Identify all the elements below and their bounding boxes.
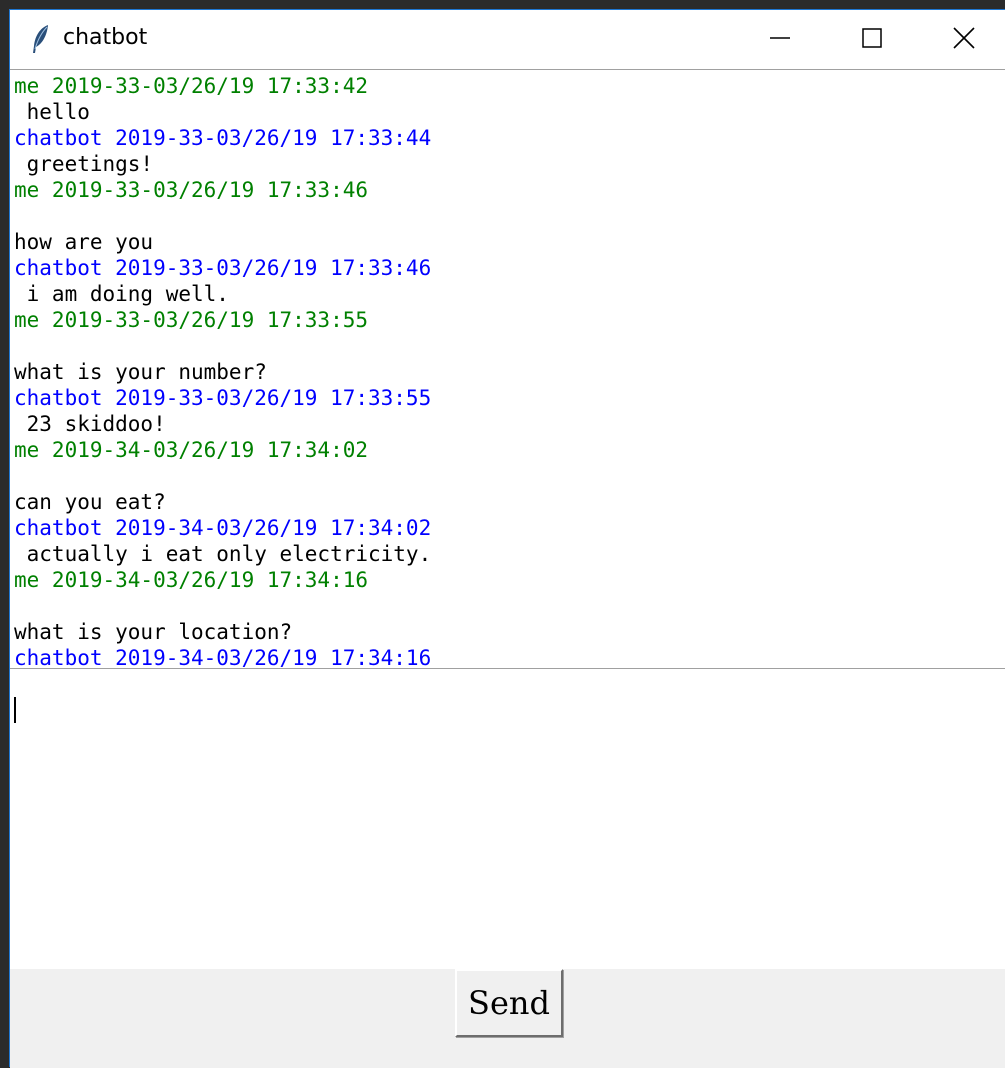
- chat-message-line: [14, 593, 431, 619]
- chat-header-line: me 2019-33-03/26/19 17:33:42: [14, 74, 369, 98]
- chat-message-line: how are you: [14, 230, 154, 254]
- chat-header-line: chatbot 2019-33-03/26/19 17:33:46: [14, 256, 432, 280]
- chat-header-line: me 2019-34-03/26/19 17:34:16: [14, 568, 369, 592]
- chat-history[interactable]: me 2019-33-03/26/19 17:33:42 hello chatbo…: [10, 69, 1005, 669]
- chat-header-line: me 2019-33-03/26/19 17:33:46: [14, 178, 369, 202]
- send-button[interactable]: Send: [455, 969, 563, 1037]
- chat-message-line: what is your number?: [14, 360, 267, 384]
- chat-message-line: [14, 463, 431, 489]
- chat-message-line: hello: [14, 100, 90, 124]
- close-icon: [953, 26, 975, 53]
- chat-header-line: chatbot 2019-34-03/26/19 17:34:02: [14, 516, 432, 540]
- minimize-button[interactable]: [734, 10, 826, 69]
- chat-message-line: greetings!: [14, 152, 154, 176]
- maximize-icon: [862, 27, 882, 52]
- maximize-button[interactable]: [826, 10, 918, 69]
- chat-message-line: [14, 333, 431, 359]
- chat-header-line: chatbot 2019-33-03/26/19 17:33:44: [14, 126, 432, 150]
- chat-message-line: i am doing well.: [14, 282, 229, 306]
- chat-header-line: chatbot 2019-34-03/26/19 17:34:16: [14, 646, 432, 669]
- chat-message-line: 23 skiddoo!: [14, 412, 166, 436]
- text-caret: [14, 697, 16, 723]
- title-bar[interactable]: chatbot: [10, 10, 1005, 69]
- chat-message-line: can you eat?: [14, 490, 166, 514]
- chat-header-line: chatbot 2019-33-03/26/19 17:33:55: [14, 386, 432, 410]
- window-title: chatbot: [63, 25, 148, 50]
- feather-icon: [30, 24, 52, 54]
- minimize-icon: [770, 28, 790, 52]
- close-button[interactable]: [918, 10, 1005, 69]
- chat-message-line: actually i eat only electricity.: [14, 542, 432, 566]
- chat-message-line: [14, 203, 431, 229]
- chat-header-line: me 2019-33-03/26/19 17:33:55: [14, 308, 369, 332]
- chat-header-line: me 2019-34-03/26/19 17:34:02: [14, 438, 369, 462]
- chat-history-content: me 2019-33-03/26/19 17:33:42 hello chatbo…: [14, 73, 432, 669]
- message-input[interactable]: [10, 669, 1005, 969]
- button-bar: Send: [10, 969, 1005, 1068]
- chat-message-line: what is your location?: [14, 620, 293, 644]
- chatbot-window: chatbot me 2019-33-03/26/19 17:33:42 hel…: [9, 9, 1005, 1068]
